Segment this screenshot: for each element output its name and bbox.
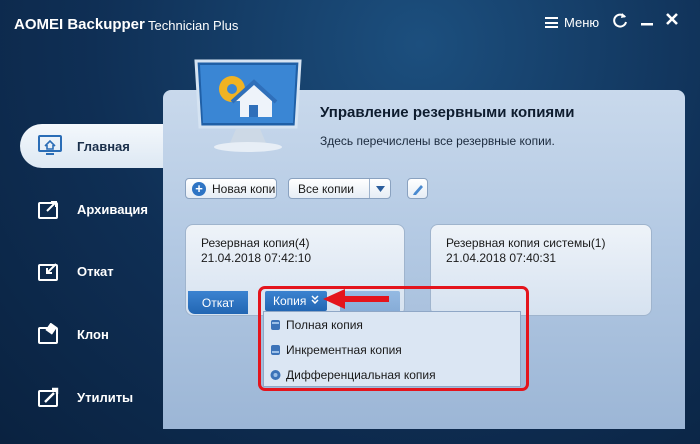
menu-button[interactable]: Меню <box>545 15 599 30</box>
menu-icon <box>545 17 558 28</box>
backup-title: Резервная копия(4) <box>201 236 310 250</box>
close-icon[interactable] <box>662 12 682 32</box>
app-name: AOMEI Backupper <box>14 16 145 33</box>
backup-date: 21.04.2018 07:40:31 <box>446 251 557 265</box>
sidebar-item-label: Архивация <box>77 201 148 217</box>
backup-date: 21.04.2018 07:42:10 <box>201 251 312 265</box>
backup-filter-select[interactable]: Все копии <box>288 178 391 199</box>
backup-monitor-illustration <box>194 59 302 152</box>
sidebar-item-clone[interactable]: Клон <box>20 312 165 356</box>
dropdown-arrow-icon <box>369 179 390 198</box>
clone-icon <box>38 323 58 344</box>
filter-value: Все копии <box>298 181 354 196</box>
menu-label: Меню <box>564 15 600 30</box>
sidebar-item-restore[interactable]: Откат <box>20 249 165 293</box>
sidebar-item-label: Утилиты <box>77 389 134 405</box>
backup-title: Резервная копия системы(1) <box>446 236 606 250</box>
sidebar-item-tools[interactable]: Утилиты <box>20 375 165 419</box>
page-description: Здесь перечислены все резервные копии. <box>320 134 555 148</box>
sidebar-item-label: Откат <box>77 263 114 279</box>
sidebar-item-label: Главная <box>77 138 130 154</box>
annotation-arrow-icon <box>323 289 389 309</box>
title-bar: AOMEI Backupper Technician Plus Меню <box>0 0 700 46</box>
new-backup-button[interactable]: + Новая копи <box>185 178 277 199</box>
page-title: Управление резервными копиями <box>320 104 575 121</box>
sidebar-item-label: Клон <box>77 326 109 342</box>
edit-button[interactable] <box>407 178 428 199</box>
annotation-box <box>258 286 529 391</box>
new-backup-label: Новая копи <box>212 181 276 196</box>
backup-icon <box>38 201 58 219</box>
refresh-icon[interactable] <box>610 12 630 32</box>
sidebar-item-home[interactable]: Главная <box>20 124 170 168</box>
tools-icon <box>38 387 59 407</box>
edit-icon <box>412 184 423 195</box>
edition-label: Technician Plus <box>148 18 239 33</box>
home-monitor-icon <box>38 135 62 155</box>
sidebar-item-backup[interactable]: Архивация <box>20 187 165 231</box>
app-window: AOMEI Backupper Technician Plus Меню Гла… <box>0 0 700 444</box>
restore-button[interactable]: Откат <box>188 291 248 314</box>
restore-icon <box>38 263 58 281</box>
plus-icon: + <box>192 181 206 196</box>
minimize-icon[interactable] <box>637 12 657 32</box>
